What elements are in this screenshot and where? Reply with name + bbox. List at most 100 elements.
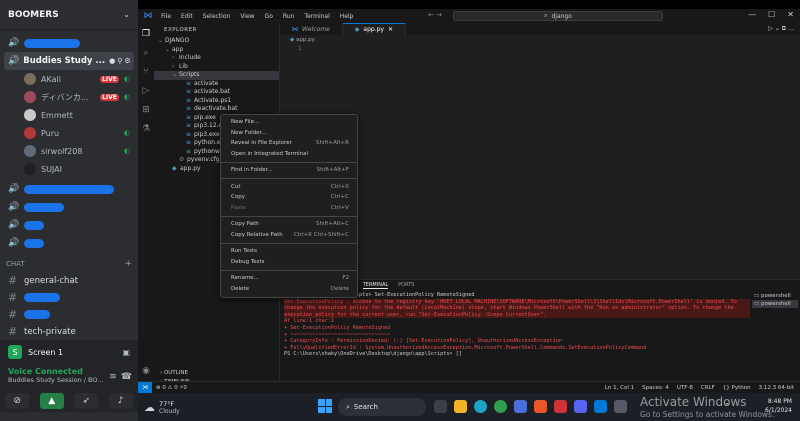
remote-icon[interactable]: ⋊ bbox=[138, 382, 152, 393]
voice-channel[interactable]: 🔊 bbox=[0, 216, 138, 234]
context-menu-item[interactable]: Find in Folder... Shift+Alt+F bbox=[221, 165, 357, 176]
voice-member[interactable]: sirwolf208 ◐ bbox=[0, 142, 138, 160]
menu-terminal[interactable]: Terminal bbox=[299, 13, 334, 20]
terminal-instance[interactable]: ▭ powershell bbox=[752, 292, 798, 300]
vscode-taskbar-icon[interactable] bbox=[594, 400, 607, 413]
minimize-icon[interactable]: — bbox=[748, 10, 756, 19]
run-debug-icon[interactable]: ▷ bbox=[143, 86, 150, 96]
text-channel-tech[interactable]: # tech-private bbox=[0, 323, 138, 340]
text-channel-general[interactable]: # general-chat bbox=[0, 272, 138, 289]
context-menu-item[interactable]: New Folder... bbox=[221, 128, 357, 139]
stop-stream-icon[interactable]: ▣ bbox=[122, 348, 130, 357]
voice-member[interactable]: ディバンカ... LIVE ◐ bbox=[0, 88, 138, 106]
terminal-output[interactable]: \Desktop\django\app\Scripts> Set-Executi… bbox=[280, 292, 750, 358]
app-icon[interactable] bbox=[554, 400, 567, 413]
voice-member[interactable]: AKali LIVE ◐ bbox=[0, 70, 138, 88]
close-icon[interactable]: ✕ bbox=[388, 26, 393, 33]
source-control-icon[interactable]: ⑂ bbox=[143, 67, 148, 77]
gear-icon[interactable]: ⚙ bbox=[124, 57, 130, 65]
code-line[interactable]: 1 bbox=[280, 45, 800, 52]
menu-file[interactable]: File bbox=[156, 13, 176, 20]
maximize-icon[interactable]: ☐ bbox=[768, 10, 775, 19]
menu-edit[interactable]: Edit bbox=[176, 13, 198, 20]
file-explorer-icon[interactable] bbox=[454, 400, 467, 413]
panel-tab[interactable]: PORTS bbox=[398, 282, 414, 288]
status-item[interactable]: Spaces: 4 bbox=[642, 385, 669, 391]
text-channel[interactable]: # bbox=[0, 306, 138, 323]
editor-tab[interactable]: ⋈ Welcome bbox=[280, 23, 343, 35]
chat-icon[interactable]: ● bbox=[109, 57, 115, 65]
status-item[interactable]: 3.12.3 64-bit bbox=[759, 385, 794, 391]
context-menu-item[interactable]: New File... bbox=[221, 117, 357, 128]
voice-member[interactable]: Puru ◐ bbox=[0, 124, 138, 142]
store-icon[interactable] bbox=[514, 400, 527, 413]
tree-item[interactable]: › Include bbox=[154, 54, 279, 63]
voice-channel[interactable]: 🔊 bbox=[0, 234, 138, 252]
server-header[interactable]: BOOMERS ⌄ bbox=[0, 0, 138, 30]
nav-arrows-icon[interactable]: ← → bbox=[428, 11, 442, 19]
screen-share-bar[interactable]: S Screen 1 ▣ bbox=[0, 340, 138, 364]
chrome-icon[interactable] bbox=[494, 400, 507, 413]
voice-channel[interactable]: 🔊 bbox=[0, 34, 138, 52]
soundboard-icon[interactable]: ♪ bbox=[108, 393, 133, 409]
editor-actions[interactable]: ▷ ⌄ ⧉ … bbox=[768, 25, 794, 33]
context-menu-item[interactable]: Copy Path Shift+Alt+C bbox=[221, 219, 357, 230]
context-menu-item[interactable]: Debug Tests bbox=[221, 257, 357, 268]
voice-channel-active[interactable]: 🔊 Buddies Study ... ● ⚲ ⚙ bbox=[4, 52, 134, 70]
context-menu-item[interactable]: Rename... F2 bbox=[221, 273, 357, 284]
edge-icon[interactable] bbox=[474, 400, 487, 413]
chat-category[interactable]: CHAT + bbox=[0, 256, 138, 272]
menu-go[interactable]: Go bbox=[260, 13, 278, 20]
context-menu-item[interactable]: Reveal in File Explorer Shift+Alt+R bbox=[221, 138, 357, 149]
text-channel[interactable]: # bbox=[0, 289, 138, 306]
voice-channel[interactable]: 🔊 bbox=[0, 180, 138, 198]
editor-tab[interactable]: ◆ app.py ✕ bbox=[342, 23, 407, 35]
chevron-down-icon[interactable]: ⌄ bbox=[123, 10, 130, 19]
disconnect-icon[interactable]: ☎ bbox=[121, 372, 132, 382]
voice-member[interactable]: Emmett bbox=[0, 106, 138, 124]
context-menu-item[interactable]: Cut Ctrl+X bbox=[221, 182, 357, 193]
app-icon[interactable] bbox=[614, 400, 627, 413]
tree-item[interactable]: ≡ deactivate.bat bbox=[154, 105, 279, 114]
voice-channel[interactable]: 🔊 bbox=[0, 198, 138, 216]
task-view-icon[interactable] bbox=[434, 400, 447, 413]
menu-view[interactable]: View bbox=[235, 13, 259, 20]
tree-item[interactable]: ⌄ DJANGO bbox=[154, 37, 279, 46]
tree-item[interactable]: ≡ activate.bat bbox=[154, 88, 279, 97]
discord-icon[interactable] bbox=[574, 400, 587, 413]
panel-tab[interactable]: TERMINAL bbox=[362, 282, 389, 289]
tree-item[interactable]: ≡ Activate.ps1 bbox=[154, 97, 279, 106]
context-menu-item[interactable]: Copy Ctrl+C bbox=[221, 192, 357, 203]
voice-member[interactable]: SUJAI bbox=[0, 160, 138, 178]
extensions-icon[interactable]: ⊞ bbox=[142, 105, 150, 115]
problems-status[interactable]: ⊗ 0 ⚠ 0 ⚡0 bbox=[156, 385, 187, 391]
status-item[interactable]: {} Python bbox=[723, 385, 751, 391]
context-menu-item[interactable]: Run Tests bbox=[221, 246, 357, 257]
terminal-instance[interactable]: ▭ powershell bbox=[752, 300, 798, 308]
signal-icon[interactable]: ≋ bbox=[109, 372, 117, 382]
account-icon[interactable]: ◉ bbox=[142, 366, 150, 376]
status-item[interactable]: UTF-8 bbox=[677, 385, 693, 391]
close-icon[interactable]: ✕ bbox=[787, 10, 794, 19]
add-channel-icon[interactable]: + bbox=[124, 259, 132, 269]
menu-help[interactable]: Help bbox=[335, 13, 359, 20]
tree-item[interactable]: ⌄ app bbox=[154, 46, 279, 55]
channel-action-icons[interactable]: ● ⚲ ⚙ bbox=[109, 57, 131, 65]
context-menu-item[interactable]: Copy Relative Path Ctrl+K Ctrl+Shift+C bbox=[221, 230, 357, 241]
command-center[interactable]: ⌕ django bbox=[453, 11, 663, 21]
explorer-icon[interactable]: ❐ bbox=[142, 29, 150, 39]
outline-section[interactable]: › OUTLINE bbox=[154, 370, 280, 376]
menu-selection[interactable]: Selection bbox=[198, 13, 236, 20]
status-item[interactable]: Ln 1, Col 1 bbox=[605, 385, 634, 391]
brave-icon[interactable] bbox=[534, 400, 547, 413]
tree-item[interactable]: ≡ activate bbox=[154, 80, 279, 89]
camera-off-icon[interactable]: ⊘ bbox=[5, 393, 30, 409]
tree-item[interactable]: ⌄ Scripts bbox=[154, 71, 279, 80]
status-item[interactable]: CRLF bbox=[701, 385, 715, 391]
search-icon[interactable]: ⌕ bbox=[143, 48, 148, 58]
context-menu-item[interactable]: Delete Delete bbox=[221, 284, 357, 295]
menu-run[interactable]: Run bbox=[278, 13, 300, 20]
screen-share-button[interactable]: ▲ bbox=[39, 393, 64, 409]
tree-item[interactable]: › Lib bbox=[154, 63, 279, 72]
add-member-icon[interactable]: ⚲ bbox=[117, 57, 122, 65]
